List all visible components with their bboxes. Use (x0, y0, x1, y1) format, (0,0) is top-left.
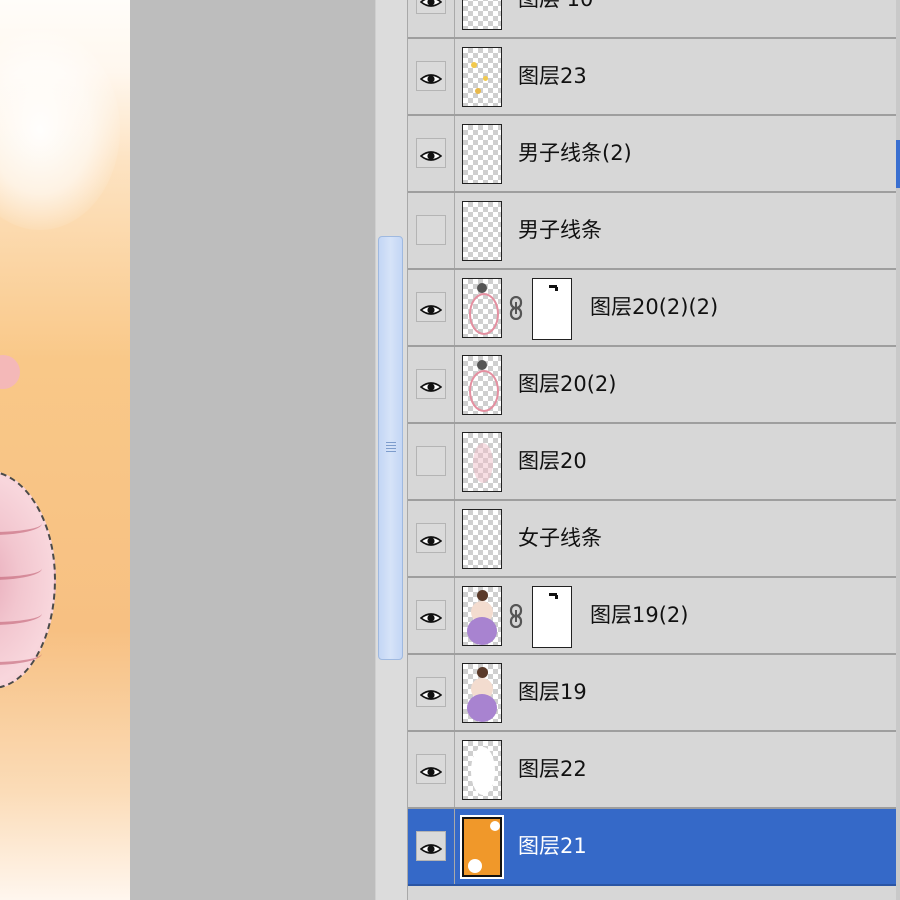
canvas-selected-shape (0, 470, 56, 689)
scrollbar-grip-icon (386, 442, 396, 454)
layer-row[interactable]: 图层22 (408, 732, 896, 809)
canvas-workspace[interactable] (130, 0, 375, 900)
layer-thumbnail[interactable] (462, 509, 502, 569)
canvas-highlight (0, 30, 120, 230)
layer-row[interactable]: 图层 10 (408, 0, 896, 39)
layer-visibility-toggle[interactable] (416, 138, 446, 168)
layer-thumbnail[interactable] (462, 432, 502, 492)
layer-visibility-toggle[interactable] (416, 831, 446, 861)
layer-visibility-cell (408, 116, 455, 191)
layer-row[interactable]: 图层20 (408, 424, 896, 501)
layer-visibility-cell (408, 193, 455, 268)
layers-panel: 图层 10 图层23 男子线条(2) 男子线条图层20(2)(2) 图层20(2) 图层2… (408, 0, 896, 900)
layer-visibility-cell (408, 39, 455, 114)
layer-row[interactable]: 图层21 (408, 809, 896, 886)
layer-visibility-cell (408, 270, 455, 345)
eye-icon (419, 532, 443, 546)
eye-icon (419, 609, 443, 623)
layer-mask-thumbnail[interactable] (532, 278, 572, 340)
eye-icon (419, 378, 443, 392)
layer-visibility-toggle[interactable] (416, 215, 446, 245)
layer-row[interactable]: 图层20(2)(2) (408, 270, 896, 347)
document-canvas[interactable] (0, 0, 130, 900)
layer-visibility-toggle[interactable] (416, 292, 446, 322)
chain-link-icon[interactable] (509, 295, 523, 321)
layer-visibility-cell (408, 809, 455, 884)
vertical-scrollbar[interactable] (375, 0, 408, 900)
panel-right-edge (896, 0, 900, 900)
layer-thumbnail[interactable] (462, 0, 502, 30)
layer-name: 图层19(2) (590, 603, 689, 627)
layer-visibility-cell (408, 424, 455, 499)
layer-thumbnail[interactable] (462, 663, 502, 723)
layer-thumbnail[interactable] (462, 278, 502, 338)
layer-thumbnail[interactable] (460, 815, 504, 879)
layer-name: 图层20 (518, 449, 587, 473)
chain-link-icon[interactable] (509, 603, 523, 629)
layer-name: 图层20(2)(2) (590, 295, 719, 319)
layer-row[interactable]: 男子线条 (408, 193, 896, 270)
layer-visibility-toggle[interactable] (416, 0, 446, 14)
layer-thumbnail[interactable] (462, 47, 502, 107)
layer-name: 图层20(2) (518, 372, 617, 396)
layer-name: 男子线条(2) (518, 141, 632, 165)
layer-name: 女子线条 (518, 526, 602, 550)
eye-icon (419, 0, 443, 7)
layer-thumbnail[interactable] (462, 586, 502, 646)
layer-visibility-toggle[interactable] (416, 523, 446, 553)
layer-thumbnail[interactable] (462, 201, 502, 261)
layer-visibility-toggle[interactable] (416, 600, 446, 630)
eye-icon (419, 840, 443, 854)
eye-icon (419, 70, 443, 84)
canvas-pink-dot (0, 355, 20, 389)
layer-thumbnail[interactable] (462, 124, 502, 184)
eye-icon (419, 301, 443, 315)
layer-name: 图层22 (518, 757, 587, 781)
layer-visibility-cell (408, 578, 455, 653)
layer-row[interactable]: 图层19 (408, 655, 896, 732)
layer-visibility-cell (408, 655, 455, 730)
layer-visibility-toggle[interactable] (416, 369, 446, 399)
layer-row[interactable]: 图层19(2) (408, 578, 896, 655)
layer-thumbnail[interactable] (462, 355, 502, 415)
layer-name: 图层 10 (518, 0, 593, 37)
layer-row[interactable]: 男子线条(2) (408, 116, 896, 193)
layer-visibility-toggle[interactable] (416, 754, 446, 784)
layer-visibility-toggle[interactable] (416, 61, 446, 91)
layer-name: 图层23 (518, 64, 587, 88)
layer-row[interactable]: 女子线条 (408, 501, 896, 578)
layer-name: 图层19 (518, 680, 587, 704)
layer-visibility-cell (408, 501, 455, 576)
layer-row[interactable]: 图层20(2) (408, 347, 896, 424)
scrollbar-thumb[interactable] (378, 236, 403, 660)
layer-row[interactable]: 图层23 (408, 39, 896, 116)
eye-icon (419, 686, 443, 700)
layer-name: 男子线条 (518, 218, 602, 242)
layer-mask-thumbnail[interactable] (532, 586, 572, 648)
layer-thumbnail[interactable] (462, 740, 502, 800)
layer-visibility-toggle[interactable] (416, 446, 446, 476)
eye-icon (419, 147, 443, 161)
layer-visibility-cell (408, 347, 455, 422)
eye-icon (419, 763, 443, 777)
layer-visibility-toggle[interactable] (416, 677, 446, 707)
layer-visibility-cell (408, 0, 455, 37)
layer-visibility-cell (408, 732, 455, 807)
layer-name: 图层21 (518, 834, 587, 858)
